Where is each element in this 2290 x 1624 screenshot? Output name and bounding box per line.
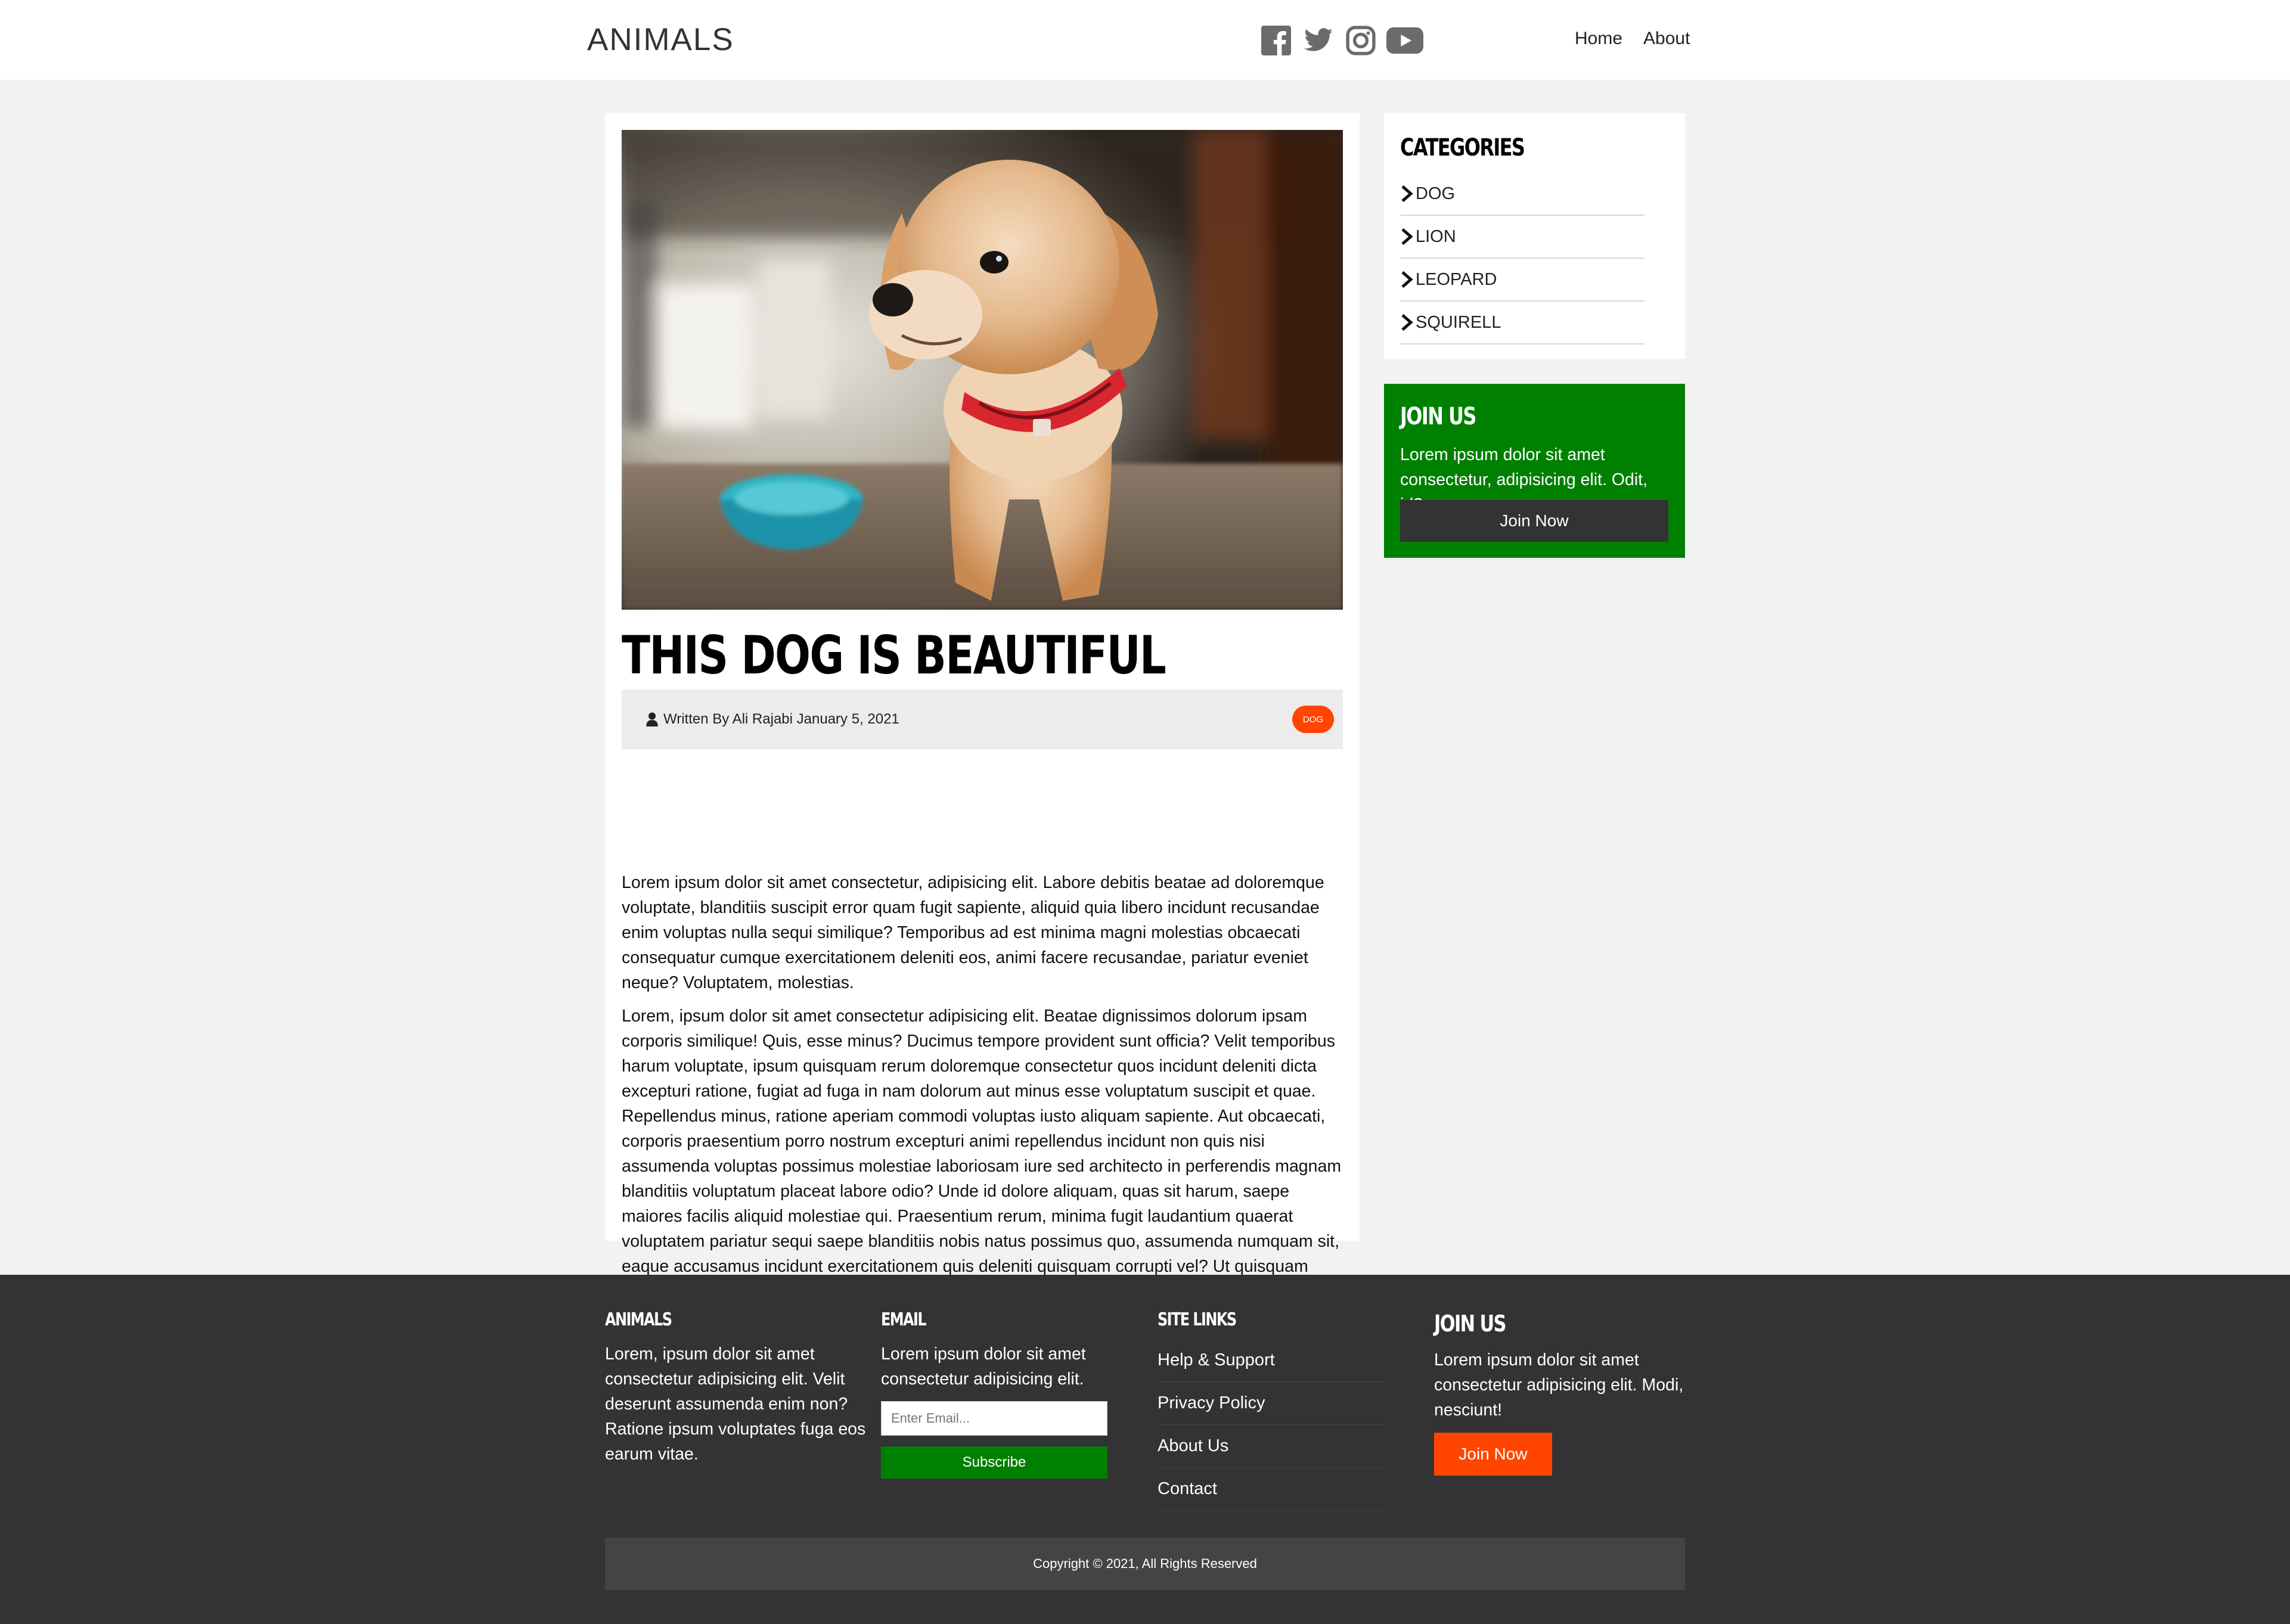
footer-email-input[interactable] (881, 1401, 1107, 1436)
category-tag-badge[interactable]: DOG (1292, 706, 1334, 733)
post-meta-text: Written By Ali Rajabi January 5, 2021 (663, 711, 899, 727)
footer-join-text: Lorem ipsum dolor sit amet consectetur a… (1434, 1350, 1684, 1420)
category-item-leopard[interactable]: LEOPARD (1400, 259, 1644, 302)
category-item-squirell[interactable]: SQUIRELL (1400, 302, 1644, 344)
join-now-button[interactable]: Join Now (1400, 500, 1668, 542)
footer-animals-text: Lorem, ipsum dolor sit amet consectetur … (605, 1344, 866, 1464)
chevron-right-icon (1400, 271, 1413, 288)
categories-title: CATEGORIES (1400, 134, 1525, 162)
site-logo[interactable]: ANIMALS (587, 21, 734, 58)
instagram-icon[interactable] (1346, 25, 1376, 56)
copyright-bar: Copyright © 2021, All Rights Reserved (605, 1538, 1685, 1590)
subscribe-button[interactable]: Subscribe (881, 1446, 1107, 1479)
nav-about-link[interactable]: About (1643, 29, 1690, 49)
join-us-card: JOIN US Lorem ipsum dolor sit amet conse… (1384, 384, 1685, 558)
footer-site-links: Help & Support Privacy Policy About Us C… (1158, 1339, 1384, 1511)
footer-link-privacy-policy[interactable]: Privacy Policy (1158, 1382, 1384, 1425)
chevron-right-icon (1400, 228, 1413, 245)
footer-link-about-us[interactable]: About Us (1158, 1425, 1384, 1468)
post-meta-bar: Written By Ali Rajabi January 5, 2021 DO… (622, 690, 1343, 749)
user-icon (646, 712, 659, 726)
footer-join-now-button[interactable]: Join Now (1434, 1433, 1552, 1476)
chevron-right-icon (1400, 185, 1413, 202)
footer-link-help-support[interactable]: Help & Support (1158, 1339, 1384, 1382)
chevron-right-icon (1400, 314, 1413, 331)
category-item-dog[interactable]: DOG (1400, 173, 1644, 216)
footer-email-text: Lorem ipsum dolor sit amet consectetur a… (881, 1344, 1086, 1389)
youtube-icon[interactable] (1386, 25, 1423, 56)
facebook-icon[interactable] (1261, 25, 1291, 56)
footer-site-links-title: SITE LINKS (1158, 1309, 1237, 1330)
nav-home-link[interactable]: Home (1575, 29, 1622, 49)
post-title: THIS DOG IS BEAUTIFUL (622, 625, 1166, 686)
article-card: THIS DOG IS BEAUTIFUL Written By Ali Raj… (605, 113, 1360, 1326)
footer-email-title: EMAIL (881, 1309, 927, 1330)
join-us-title: JOIN US (1400, 403, 1476, 430)
category-item-lion[interactable]: LION (1400, 216, 1644, 259)
categories-card: CATEGORIES DOG LION LEOPARD SQUIRELL (1384, 113, 1685, 359)
footer-animals-title: ANIMALS (605, 1309, 672, 1330)
copyright-text: Copyright © 2021, All Rights Reserved (1033, 1556, 1257, 1571)
post-body: Lorem ipsum dolor sit amet consectetur, … (622, 870, 1343, 1337)
footer-join-title: JOIN US (1434, 1311, 1506, 1337)
site-footer: ANIMALS Lorem, ipsum dolor sit amet cons… (0, 1275, 2290, 1624)
category-list: DOG LION LEOPARD SQUIRELL (1400, 173, 1644, 344)
post-paragraph: Lorem ipsum dolor sit amet consectetur, … (622, 873, 1324, 992)
puppy-photo (622, 130, 1343, 610)
twitter-icon[interactable] (1302, 25, 1335, 56)
footer-link-contact[interactable]: Contact (1158, 1468, 1384, 1511)
top-navbar: ANIMALS Home About (0, 0, 2290, 80)
